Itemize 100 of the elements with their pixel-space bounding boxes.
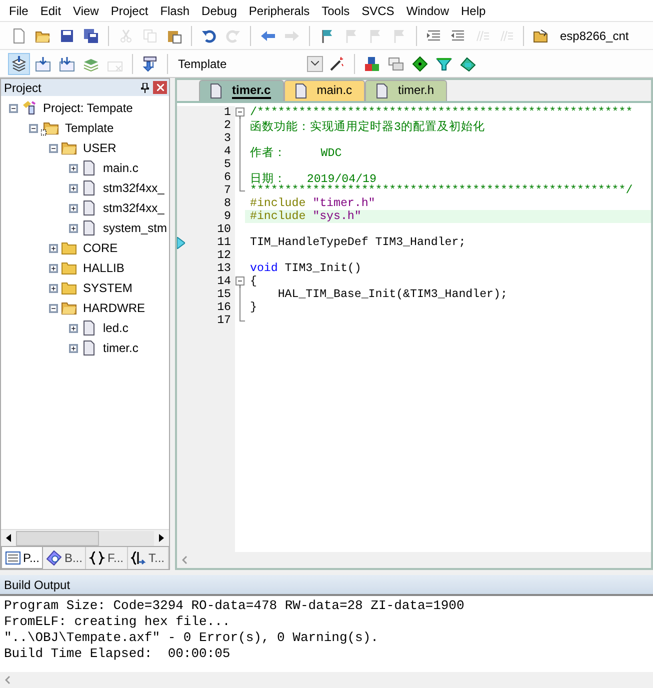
expand-toggle[interactable] <box>69 324 78 332</box>
menu-item[interactable]: Window <box>401 4 456 18</box>
line-number: 16 <box>217 301 232 314</box>
code-line: #include "sys.h" <box>250 210 362 223</box>
tree-item[interactable]: led.c <box>103 321 128 335</box>
expand-toggle[interactable] <box>49 284 58 292</box>
collapse-toggle[interactable] <box>49 144 58 152</box>
list-icon <box>5 550 21 566</box>
tree-item[interactable]: HARDWRE <box>83 301 145 315</box>
file-icon <box>81 200 97 216</box>
panel-tab[interactable]: F... <box>86 547 128 569</box>
tree-item[interactable]: USER <box>83 141 116 155</box>
menu-item[interactable]: Project <box>106 4 156 18</box>
line-number: 3 <box>224 132 232 145</box>
copy-icon <box>142 28 158 44</box>
windows-icon <box>388 56 404 72</box>
translate-icon <box>11 56 27 72</box>
funnel-icon <box>436 56 452 72</box>
line-number: 14 <box>217 275 232 288</box>
chip-icon <box>460 56 476 72</box>
collapse-toggle[interactable] <box>49 304 58 312</box>
file-tab[interactable]: main.c <box>284 80 366 101</box>
line-number: 10 <box>217 223 232 236</box>
line-number: 13 <box>217 262 232 275</box>
code-line: } <box>250 301 257 314</box>
indent-icon <box>426 28 442 44</box>
panel-tab[interactable]: T... <box>128 547 169 569</box>
chevron-down-icon <box>311 61 319 66</box>
expand-toggle[interactable] <box>69 184 78 192</box>
menu-item[interactable]: Flash <box>155 4 197 18</box>
fold-toggle[interactable] <box>235 275 245 288</box>
tree-item[interactable]: stm32f4xx_ <box>103 201 164 215</box>
menu-item[interactable]: Edit <box>35 4 68 18</box>
triangle-right-icon <box>159 534 164 542</box>
output-line: Program Size: Code=3294 RO-data=478 RW-data=28 ZI-data=1900 <box>4 598 466 614</box>
expand-toggle[interactable] <box>69 224 78 232</box>
tree-item[interactable]: SYSTEM <box>83 281 132 295</box>
expand-toggle[interactable] <box>69 344 78 352</box>
expand-toggle[interactable] <box>69 164 78 172</box>
menu-item[interactable]: SVCS <box>356 4 402 18</box>
target-folder-icon <box>41 120 59 136</box>
menu-item[interactable]: Help <box>456 4 493 18</box>
line-number: 11 <box>217 236 232 249</box>
file-tab[interactable]: timer.c <box>199 80 284 101</box>
file-icon <box>374 83 390 99</box>
line-number: 1 <box>224 106 232 119</box>
expand-toggle[interactable] <box>49 244 58 252</box>
books-icon <box>46 550 62 566</box>
file-icon <box>81 340 97 356</box>
output-line: Build Time Elapsed: 00:00:05 <box>4 646 232 662</box>
code-line: 作者： WDC <box>250 147 342 160</box>
menu-item[interactable]: Peripherals <box>244 4 317 18</box>
tree-item[interactable]: HALLIB <box>83 261 124 275</box>
file-icon <box>81 220 97 236</box>
output-line: "..\OBJ\Tempate.axf" - 0 Error(s), 0 Warning(s). <box>4 630 380 646</box>
tree-item[interactable]: stm32f4xx_ <box>103 181 164 195</box>
scrollbar-thumb[interactable] <box>16 530 99 546</box>
save-icon <box>59 28 75 44</box>
triangle-left-icon <box>6 534 11 542</box>
line-number: 5 <box>224 158 232 171</box>
file-icon <box>81 320 97 336</box>
menu-item[interactable]: File <box>4 4 36 18</box>
toolbar-button[interactable] <box>8 52 30 74</box>
file-tab[interactable]: timer.h <box>365 80 448 101</box>
cut-icon <box>118 28 134 44</box>
fold-toggle[interactable] <box>235 106 245 119</box>
collapse-toggle[interactable] <box>9 104 18 112</box>
tree-item[interactable]: CORE <box>83 241 118 255</box>
line-number: 12 <box>217 249 232 262</box>
undo-icon <box>201 28 217 44</box>
tree-item[interactable]: system_stm <box>103 221 168 235</box>
tree-item[interactable]: Project: Tempate <box>43 101 133 115</box>
code-line: #include "timer.h" <box>250 197 376 210</box>
line-number: 6 <box>224 171 232 184</box>
find-field[interactable]: esp8266_cnt <box>560 28 629 42</box>
chevron-left-icon <box>5 676 10 684</box>
expand-toggle[interactable] <box>49 264 58 272</box>
line-number: 17 <box>217 314 232 327</box>
expand-toggle[interactable] <box>69 204 78 212</box>
open-folder-icon <box>61 140 77 156</box>
close-button[interactable] <box>153 81 167 94</box>
line-number: 9 <box>224 210 232 223</box>
menu-item[interactable]: Debug <box>196 4 244 18</box>
output-line: FromELF: creating hex file... <box>4 614 232 630</box>
menu-item[interactable]: Tools <box>316 4 357 18</box>
tree-item[interactable]: timer.c <box>103 341 138 355</box>
collapse-toggle[interactable] <box>29 124 38 132</box>
pin-icon[interactable] <box>141 82 149 92</box>
folder-icon <box>61 240 77 256</box>
panel-tab[interactable]: B... <box>43 547 86 569</box>
template-icon <box>130 550 146 566</box>
redo-icon <box>225 28 241 44</box>
save-all-icon <box>83 28 99 44</box>
folder-icon <box>61 260 77 276</box>
panel-tab[interactable]: P... <box>1 547 44 569</box>
tree-item[interactable]: Template <box>65 121 114 135</box>
tree-item[interactable]: main.c <box>103 161 138 175</box>
unindent-icon <box>450 28 466 44</box>
line-number: 7 <box>224 184 232 197</box>
menu-item[interactable]: View <box>68 4 106 18</box>
